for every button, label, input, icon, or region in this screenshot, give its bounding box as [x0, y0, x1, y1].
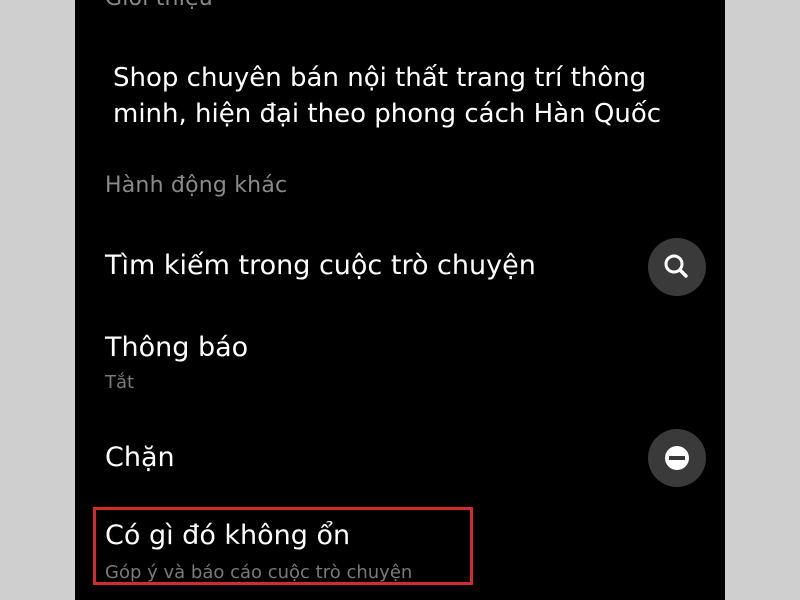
search-button[interactable] [648, 238, 706, 296]
screenshot-frame: Giới thiệu Shop chuyên bán nội thất tran… [0, 0, 800, 600]
other-actions-header: Hành động khác [105, 173, 288, 198]
notifications-label: Thông báo [105, 332, 249, 363]
block-icon [665, 446, 689, 470]
chat-info-screen: Giới thiệu Shop chuyên bán nội thất tran… [75, 0, 725, 600]
intro-description: Shop chuyên bán nội thất trang trí thông… [113, 63, 662, 129]
intro-section-header: Giới thiệu [105, 0, 213, 11]
search-in-conversation-label: Tìm kiếm trong cuộc trò chuyện [105, 250, 536, 281]
search-in-conversation-row[interactable]: Tìm kiếm trong cuộc trò chuyện [75, 250, 725, 290]
notifications-row[interactable]: Thông báo Tắt [75, 332, 725, 397]
block-button[interactable] [648, 429, 706, 487]
block-row[interactable]: Chặn [75, 442, 725, 482]
block-label: Chặn [105, 442, 175, 473]
notifications-status: Tắt [105, 372, 135, 393]
highlight-annotation [93, 507, 473, 585]
search-icon [664, 254, 688, 278]
